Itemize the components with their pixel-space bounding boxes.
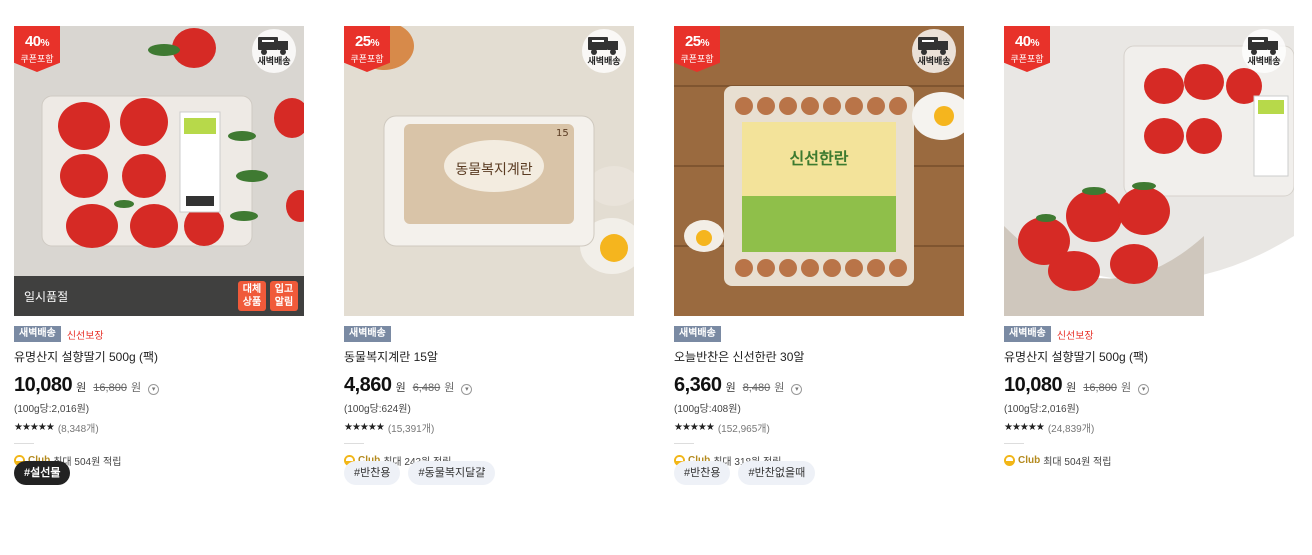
hashtag-chip[interactable]: #동물복지달걀 [408,461,496,485]
sale-price: 6,360 [674,374,722,396]
product-image [14,26,304,316]
dawn-delivery-badge: 새벽배송 [912,29,956,73]
product-image: 동물복지계란 15 [344,26,634,316]
original-price: 8,480 [742,382,771,394]
label-title-text: 신선한란 [790,149,849,168]
alternative-product-button[interactable]: 대체 상품 [238,281,266,311]
rating: ★★★★★ (24,839개) [1004,420,1294,435]
truck-icon [588,37,618,55]
dawn-delivery-badge: 새벽배송 [252,29,296,73]
product-name[interactable]: 유명산지 설향딸기 500g (팩) [1004,348,1294,365]
product-thumbnail[interactable]: 40% 쿠폰포함 새벽배송 [1004,26,1294,316]
fresh-guarantee-tag: 신선보장 [1056,330,1094,342]
review-count[interactable]: (8,348개) [58,420,99,435]
unit-price: (100g당:624원) [344,404,411,415]
sale-price: 10,080 [1004,374,1063,396]
price-line: 10,080 원 16,800 원 ▾ [1004,374,1294,397]
soldout-bar: 일시품절 대체 상품 입고 알림 [14,276,304,316]
sale-price: 10,080 [14,374,73,396]
hashtag-chip[interactable]: #반찬용 [344,461,401,485]
rating: ★★★★★ (15,391개) [344,420,634,435]
info-icon[interactable]: ▾ [1138,384,1150,395]
product-thumbnail[interactable]: 동물복지계란 15 25% 쿠폰포함 새벽배송 [344,26,634,316]
product-card[interactable]: 40% 쿠폰포함 새벽배송 일시품절 대체 상품 입고 알림 새벽배송 신선보장… [14,26,304,468]
divider [674,443,694,444]
rating: ★★★★★ (8,348개) [14,420,304,435]
dawn-delivery-badge: 새벽배송 [582,29,626,73]
dawn-delivery-tag: 새벽배송 [674,326,721,342]
stars-icon: ★★★★★ [674,422,715,433]
product-name[interactable]: 동물복지계란 15알 [344,348,634,365]
discount-badge: 25% 쿠폰포함 [674,26,720,72]
box-count-text: 15 [556,128,569,139]
product-name[interactable]: 오늘반찬은 신선한란 30알 [674,348,964,365]
product-thumbnail[interactable]: 40% 쿠폰포함 새벽배송 일시품절 대체 상품 입고 알림 [14,26,304,316]
discount-badge: 25% 쿠폰포함 [344,26,390,72]
fresh-guarantee-tag: 신선보장 [66,330,104,342]
truck-icon [918,37,948,55]
price-line: 4,860 원 6,480 원 ▾ [344,374,634,397]
price-line: 6,360 원 8,480 원 ▾ [674,374,964,397]
product-image: 신선한란 [674,26,964,316]
soldout-label: 일시품절 [24,289,69,304]
product-card[interactable]: 40% 쿠폰포함 새벽배송 새벽배송 신선보장 유명산지 설향딸기 500g (… [1004,26,1294,468]
hashtag-chip[interactable]: #설선물 [14,461,71,485]
unit-price: (100g당:408원) [674,404,741,415]
truck-icon [258,37,288,55]
product-card[interactable]: 동물복지계란 15 25% 쿠폰포함 새벽배송 새벽배송 동물복지계란 15알 … [344,26,634,468]
stars-icon: ★★★★★ [14,422,55,433]
hashtag-chip[interactable]: #반찬용 [674,461,731,485]
review-count[interactable]: (15,391개) [388,420,434,435]
unit-price: (100g당:2,016원) [14,404,90,415]
club-coin-icon [1004,455,1015,466]
info-icon[interactable]: ▾ [148,384,160,395]
hashtag-row: #반찬용 #반찬없을때 [674,461,816,485]
review-count[interactable]: (24,839개) [1048,420,1094,435]
review-count[interactable]: (152,965개) [718,420,770,435]
product-thumbnail[interactable]: 신선한란 25% 쿠폰포함 새벽배송 [674,26,964,316]
hashtag-row: #반찬용 #동물복지달걀 [344,461,496,485]
product-name[interactable]: 유명산지 설향딸기 500g (팩) [14,348,304,365]
divider [344,443,364,444]
hashtag-chip[interactable]: #반찬없을때 [738,461,816,485]
original-price: 6,480 [412,382,441,394]
product-image [1004,26,1294,316]
info-icon[interactable]: ▾ [791,384,803,395]
stars-icon: ★★★★★ [344,422,385,433]
discount-badge: 40% 쿠폰포함 [14,26,60,72]
original-price: 16,800 [93,382,127,394]
stars-icon: ★★★★★ [1004,422,1045,433]
truck-icon [1248,37,1278,55]
dawn-delivery-tag: 새벽배송 [14,326,61,342]
original-price: 16,800 [1083,382,1117,394]
divider [14,443,34,444]
dawn-delivery-tag: 새벽배송 [344,326,391,342]
hashtag-row: #설선물 [14,461,71,485]
unit-price: (100g당:2,016원) [1004,404,1080,415]
restock-alert-button[interactable]: 입고 알림 [270,281,298,311]
sale-price: 4,860 [344,374,392,396]
price-line: 10,080 원 16,800 원 ▾ [14,374,304,397]
discount-badge: 40% 쿠폰포함 [1004,26,1050,72]
divider [1004,443,1024,444]
club-reward: Club 최대 504원 적립 [1004,453,1294,468]
info-icon[interactable]: ▾ [461,384,473,395]
dawn-delivery-badge: 새벽배송 [1242,29,1286,73]
box-title-text: 동물복지계란 [455,162,532,178]
dawn-delivery-tag: 새벽배송 [1004,326,1051,342]
rating: ★★★★★ (152,965개) [674,420,964,435]
product-card[interactable]: 신선한란 25% 쿠폰포함 새벽배송 새벽배송 오늘반찬은 신선한란 30알 6… [674,26,964,468]
